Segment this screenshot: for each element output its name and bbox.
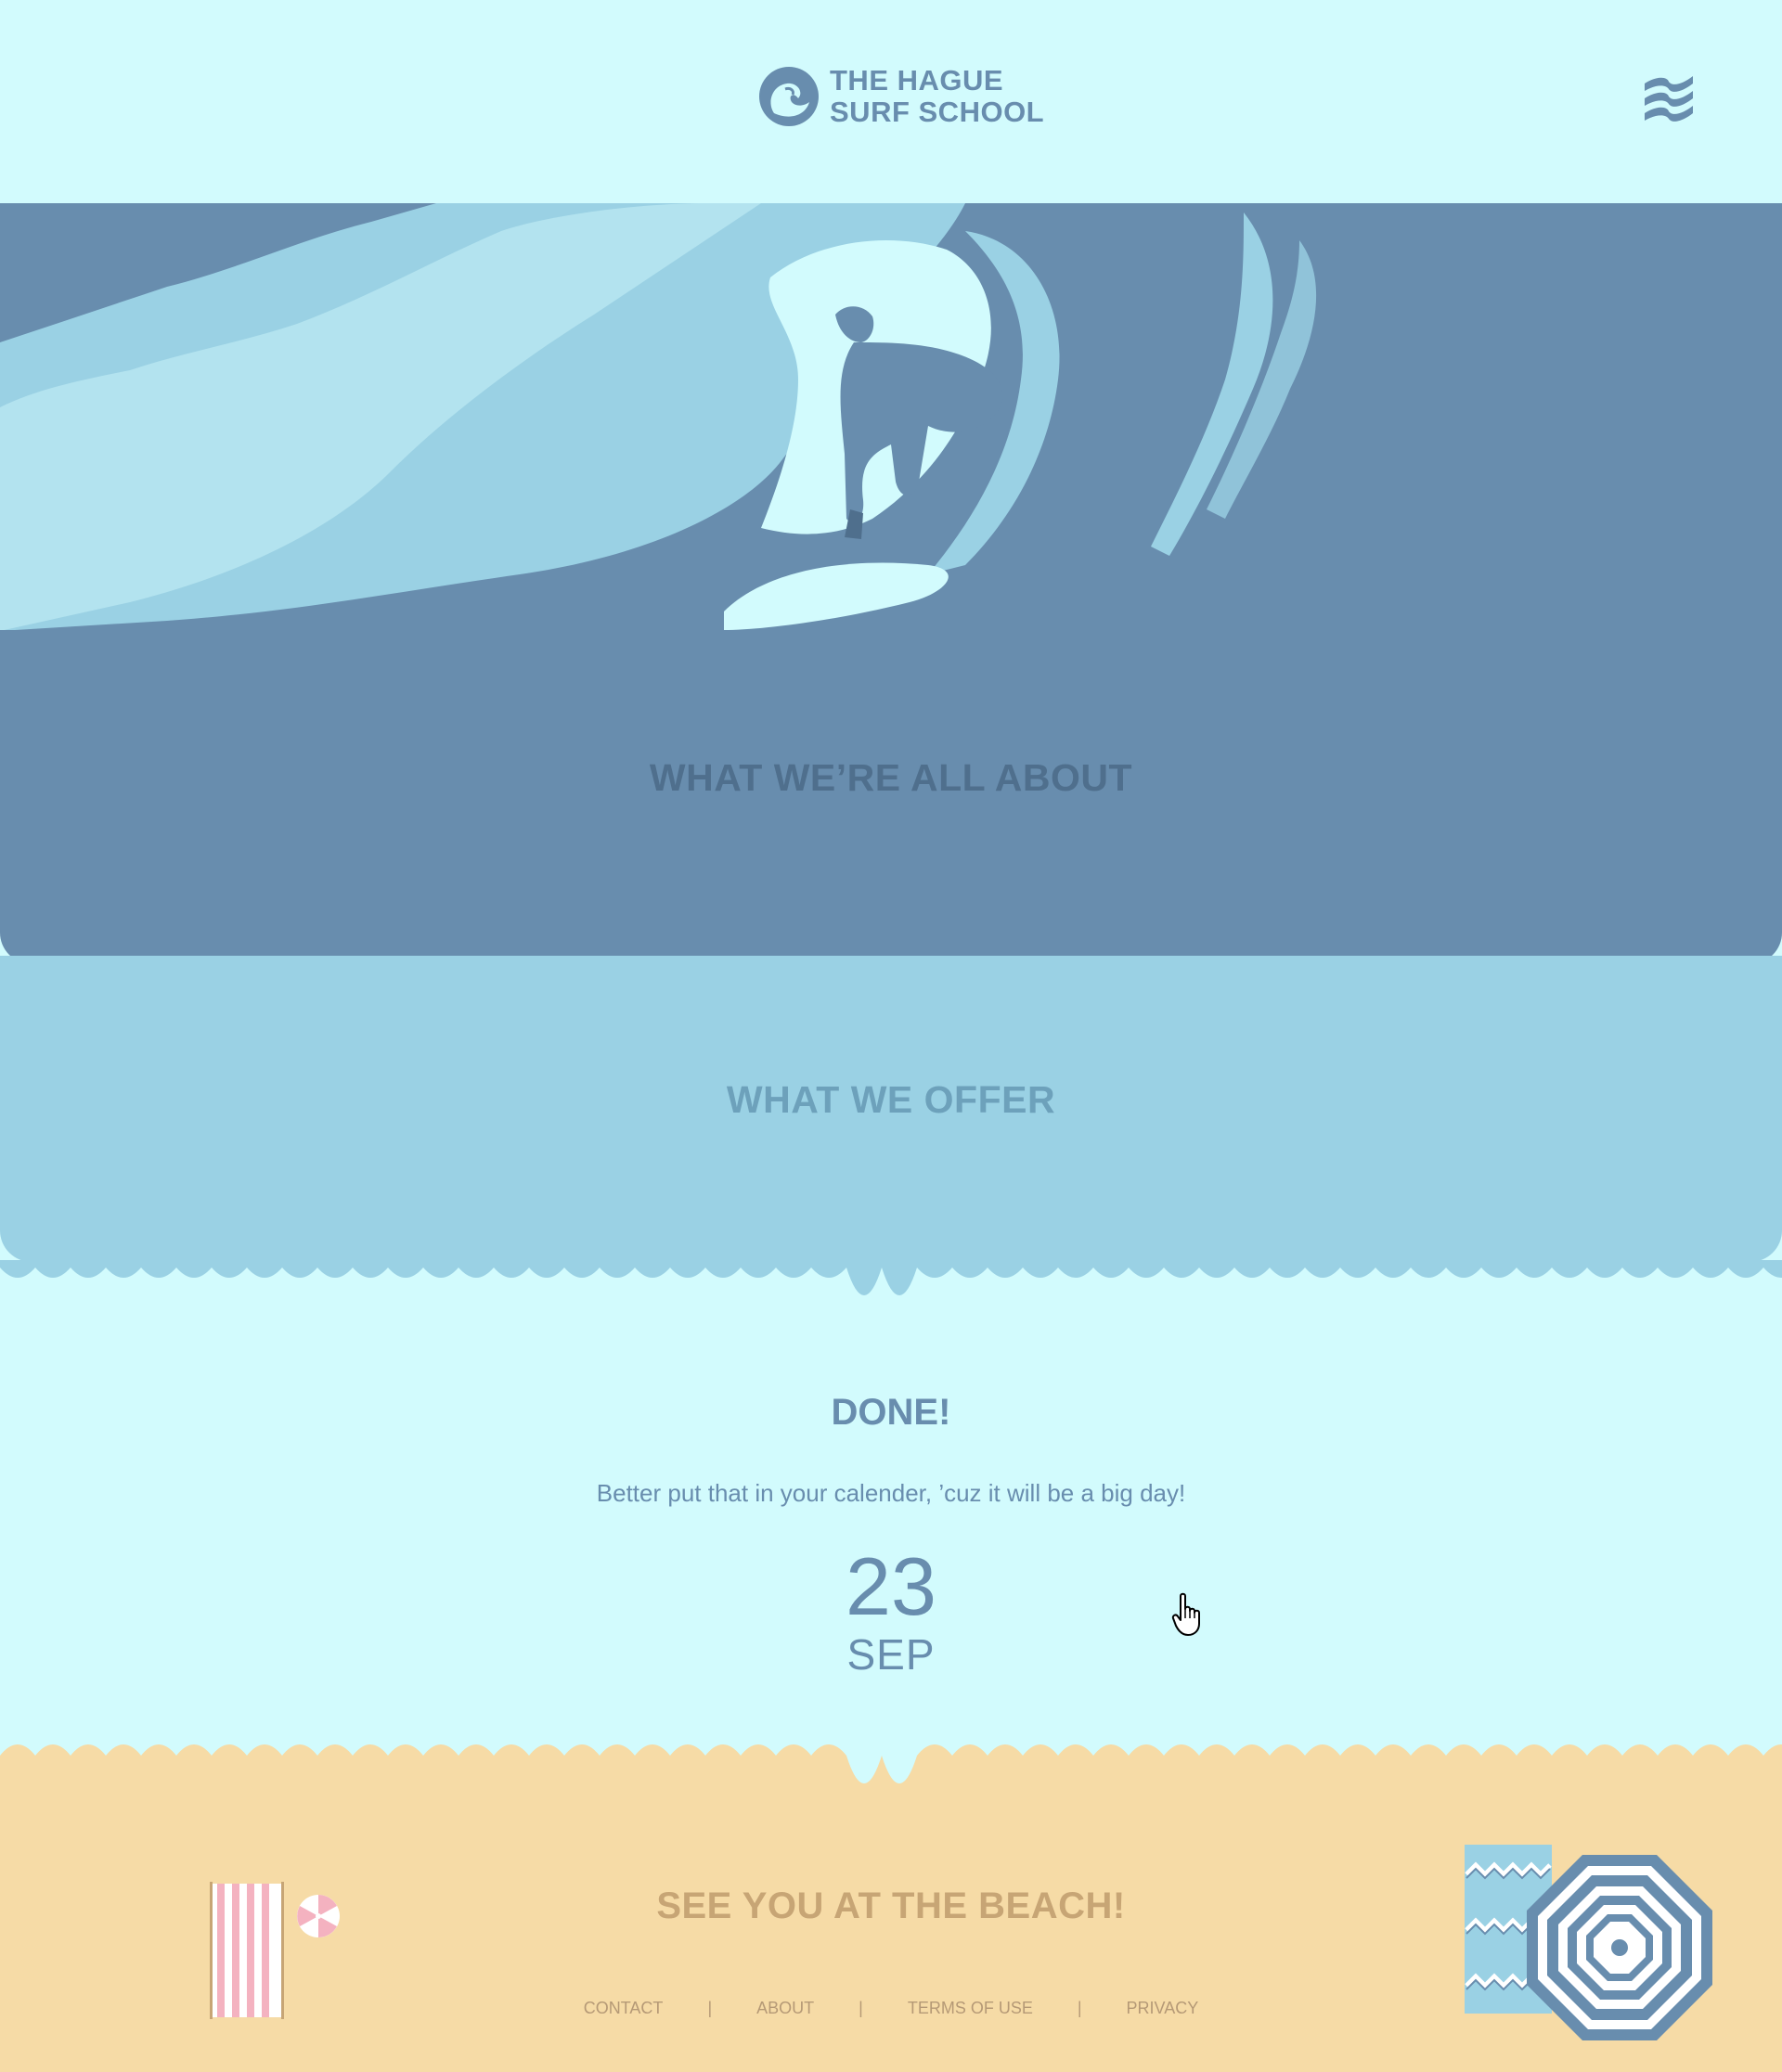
footer-link-about[interactable]: ABOUT — [734, 1999, 836, 2018]
footer-link-terms[interactable]: TERMS OF USE — [885, 1999, 1055, 2018]
wave-divider — [0, 1707, 1782, 1783]
hero-surfer-image — [0, 203, 1782, 631]
countdown-subtitle: Better put that in your calender, ’cuz i… — [596, 1479, 1186, 1507]
offer-title: WHAT WE OFFER — [726, 1078, 1056, 1121]
footer-separator: | — [859, 1999, 863, 2017]
beach-ball-icon — [297, 1895, 340, 1937]
brand-name: THE HAGUE SURF SCHOOL — [830, 65, 1044, 128]
countdown-day: 23 — [846, 1540, 936, 1632]
site-logo[interactable]: THE HAGUE SURF SCHOOL — [757, 65, 1044, 128]
site-header: THE HAGUE SURF SCHOOL — [0, 0, 1782, 203]
about-title: WHAT WE’RE ALL ABOUT — [649, 756, 1133, 799]
surfer-illustration — [0, 203, 1782, 631]
countdown-month: SEP — [846, 1630, 936, 1679]
footer-separator: | — [1077, 1999, 1082, 2017]
about-section: WHAT WE’RE ALL ABOUT — [0, 630, 1782, 964]
hand-cursor-icon — [1171, 1592, 1200, 1636]
wave-circle-icon — [759, 67, 819, 126]
footer-separator: | — [707, 1999, 713, 2017]
brand-line2: SURF SCHOOL — [830, 96, 1045, 128]
countdown-title: DONE! — [831, 1392, 951, 1433]
footer-link-privacy[interactable]: PRIVACY — [1104, 1999, 1221, 2018]
offer-section: WHAT WE OFFER — [0, 956, 1782, 1262]
brand-line1: THE HAGUE — [830, 64, 1004, 97]
footer-link-contact[interactable]: CONTACT — [562, 1999, 686, 2018]
beach-umbrella-icon — [1527, 1855, 1712, 2040]
striped-towel-icon — [210, 1882, 284, 2019]
wave-divider — [0, 1260, 1782, 1295]
wave-menu-icon[interactable] — [1643, 72, 1695, 124]
